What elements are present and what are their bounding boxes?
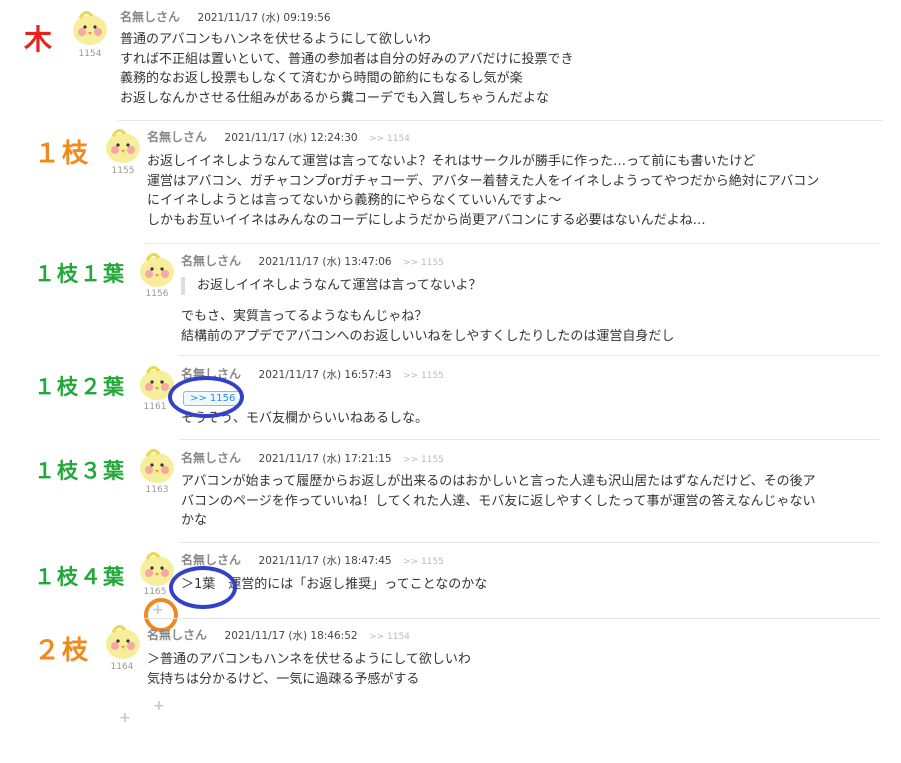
bird-avatar-icon[interactable] xyxy=(103,126,143,166)
post-time: 2021/11/17 (水) 16:57:43 xyxy=(258,369,392,381)
poster-name: 名無しさん xyxy=(120,10,181,24)
quoted-text: お返しイイネしようなんて運営は言ってないよ？ xyxy=(181,277,481,295)
poster-name: 名無しさん xyxy=(181,254,242,268)
bird-avatar-icon[interactable] xyxy=(137,446,177,486)
post-number[interactable]: 1154 xyxy=(70,49,110,59)
bird-avatar-icon[interactable] xyxy=(103,622,143,662)
plus-icon[interactable]: + xyxy=(152,602,164,618)
divider xyxy=(145,243,880,244)
poster-name: 名無しさん xyxy=(147,628,208,642)
poster-name: 名無しさん xyxy=(147,130,208,144)
divider xyxy=(145,618,880,619)
post-time: 2021/11/17 (水) 18:47:45 xyxy=(258,555,392,567)
reply-anchor[interactable]: >> 1154 xyxy=(369,134,410,144)
post-time: 2021/11/17 (水) 17:21:15 xyxy=(258,453,392,465)
reply-anchor[interactable]: >> 1155 xyxy=(403,557,444,567)
reply-anchor[interactable]: >> 1155 xyxy=(403,258,444,268)
post-line: でもさ、実質言ってるようなもんじゃね？ xyxy=(181,309,428,324)
post-time: 2021/11/17 (水) 13:47:06 xyxy=(258,256,392,268)
post-number[interactable]: 1155 xyxy=(103,166,143,176)
label-branch-1-leaf-2: １枝２葉 xyxy=(34,375,126,399)
post-line: 義務的なお返し投票もしなくて済むから時間の節約にもなるし気が楽 xyxy=(120,71,523,86)
plus-icon[interactable]: + xyxy=(153,698,165,714)
divider xyxy=(179,355,879,356)
reply-anchor[interactable]: >> 1155 xyxy=(403,455,444,465)
divider xyxy=(179,439,879,440)
post-number[interactable]: 1164 xyxy=(102,662,142,672)
reply-anchor[interactable]: >> 1154 xyxy=(369,632,410,642)
post-line: お返しイイネしようなんて運営は言ってないよ？それはサークルが勝手に作った…って前… xyxy=(147,154,756,169)
post-line: 結構前のアプデでアバコンへのお返しいいねをしやすくしたりしたのは運営自身だし xyxy=(181,328,675,344)
post-time: 2021/11/17 (水) 18:46:52 xyxy=(224,630,358,642)
label-tree: 木 xyxy=(24,23,55,56)
post-line: ＞普通のアバコンもハンネを伏せるようにして欲しいわ xyxy=(147,652,471,667)
post-line: しかもお互いイイネはみんなのコーデにしようだから尚更アバコンにする必要はないんだ… xyxy=(147,212,706,228)
label-branch-1-leaf-3: １枝３葉 xyxy=(34,459,126,483)
post-line: にイイネしようとは言ってないから義務的にやらなくていいんですよ～ xyxy=(147,193,562,208)
bird-avatar-icon[interactable] xyxy=(70,8,110,48)
label-branch-1-leaf-4: １枝４葉 xyxy=(34,565,126,589)
reply-anchor[interactable]: >> 1155 xyxy=(403,371,444,381)
post-time: 2021/11/17 (水) 09:19:56 xyxy=(197,12,331,24)
divider xyxy=(179,542,879,543)
post-line: 気持ちは分かるけど、一気に過疎る予感がする xyxy=(147,671,420,687)
highlight-ring xyxy=(168,376,244,418)
post-line: 運営はアバコン、ガチャコンプorガチャコーデ、アバター着替えた人をイイネしようっ… xyxy=(147,173,820,189)
bird-avatar-icon[interactable] xyxy=(137,250,177,290)
poster-name: 名無しさん xyxy=(181,553,242,567)
label-branch-1: １枝 xyxy=(34,139,91,169)
highlight-ring xyxy=(169,566,237,609)
divider xyxy=(118,120,883,121)
plus-icon[interactable]: + xyxy=(119,710,131,726)
post-line: アバコンが始まって履歴からお返しが出来るのはおかしいと言った人達も沢山居たはずな… xyxy=(181,474,816,489)
post-number[interactable]: 1163 xyxy=(137,485,177,495)
post-line: お返しなんかさせる仕組みがあるから糞コーデでも入賞しちゃうんだよな xyxy=(120,90,550,106)
post-line: バコンのページを作っていいね！してくれた人達、モバ友に返しやすくしたって事が運営… xyxy=(181,493,816,509)
post-line: すれば不正組は置いといて、普通の参加者は自分の好みのアバだけに投票でき xyxy=(120,51,574,67)
poster-name: 名無しさん xyxy=(181,451,242,465)
label-branch-2: ２枝 xyxy=(34,636,91,666)
post-line: 普通のアバコンもハンネを伏せるようにして欲しいわ xyxy=(120,32,431,47)
post-line: 運営的には「お返し推奨」ってことなのかな xyxy=(228,577,488,592)
post-line: かな xyxy=(181,513,208,528)
post-time: 2021/11/17 (水) 12:24:30 xyxy=(224,132,358,144)
post-number[interactable]: 1156 xyxy=(137,289,177,299)
label-branch-1-leaf-1: １枝１葉 xyxy=(34,262,126,286)
